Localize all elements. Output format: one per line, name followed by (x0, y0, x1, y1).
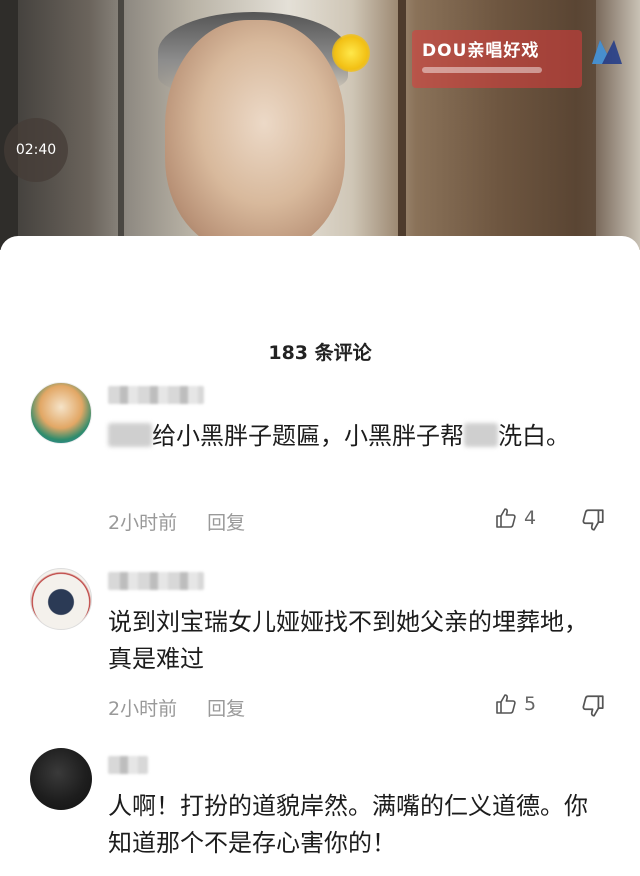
redacted-text (464, 423, 498, 447)
reply-button[interactable]: 回复 (207, 698, 245, 720)
video-person (165, 20, 345, 250)
thumbs-down-icon[interactable] (580, 693, 606, 719)
comment-text: 人啊！打扮的道貌岸然。满嘴的仁义道德。你知道那个不是存心害你的！ (108, 792, 588, 857)
username-blurred[interactable] (108, 386, 204, 404)
comment-time: 2小时前 (108, 512, 178, 534)
username-blurred[interactable] (108, 572, 204, 590)
video-frame (118, 0, 124, 250)
watermark-subtext (422, 67, 542, 73)
comment-count-title: 183 条评论 (268, 342, 372, 364)
redacted-text (108, 423, 152, 447)
comment-text: 说到刘宝瑞女儿娅娅找不到她父亲的埋葬地，真是难过 (108, 608, 588, 673)
comment-text-part: 给小黑胖子题匾，小黑胖子帮 (152, 422, 464, 450)
video-frame (398, 0, 406, 250)
like-count: 4 (524, 507, 537, 529)
like-count: 5 (524, 693, 537, 715)
comment-text: 给小黑胖子题匾，小黑胖子帮 洗白。 (108, 418, 608, 455)
comment-meta: 2小时前 回复 (108, 508, 245, 535)
channel-logo-icon (592, 40, 622, 64)
like-button[interactable]: 4 (494, 506, 536, 530)
username-blurred[interactable] (108, 756, 148, 774)
video-timer: 02:40 (4, 118, 68, 182)
comment-meta: 2小时前 回复 (108, 694, 245, 721)
thumbs-down-icon[interactable] (580, 507, 606, 533)
watermark-text: DOU亲唱好戏 (422, 41, 540, 61)
thumbs-up-icon (496, 508, 516, 528)
sticker-icon (332, 34, 370, 72)
video-player[interactable]: 02:40 DOU亲唱好戏 (0, 0, 640, 250)
like-button[interactable]: 5 (494, 692, 536, 716)
thumbs-up-icon (496, 694, 516, 714)
avatar[interactable] (30, 568, 92, 630)
comment-text-part: 洗白。 (498, 422, 570, 450)
comments-sheet: 183 条评论 给小黑胖子题匾，小黑胖子帮 洗白。 2小时前 回复 4 说到刘宝瑞女… (0, 236, 640, 876)
comment-time: 2小时前 (108, 698, 178, 720)
channel-watermark: DOU亲唱好戏 (412, 30, 582, 88)
reply-button[interactable]: 回复 (207, 512, 245, 534)
avatar[interactable] (30, 382, 92, 444)
avatar[interactable] (30, 748, 92, 810)
